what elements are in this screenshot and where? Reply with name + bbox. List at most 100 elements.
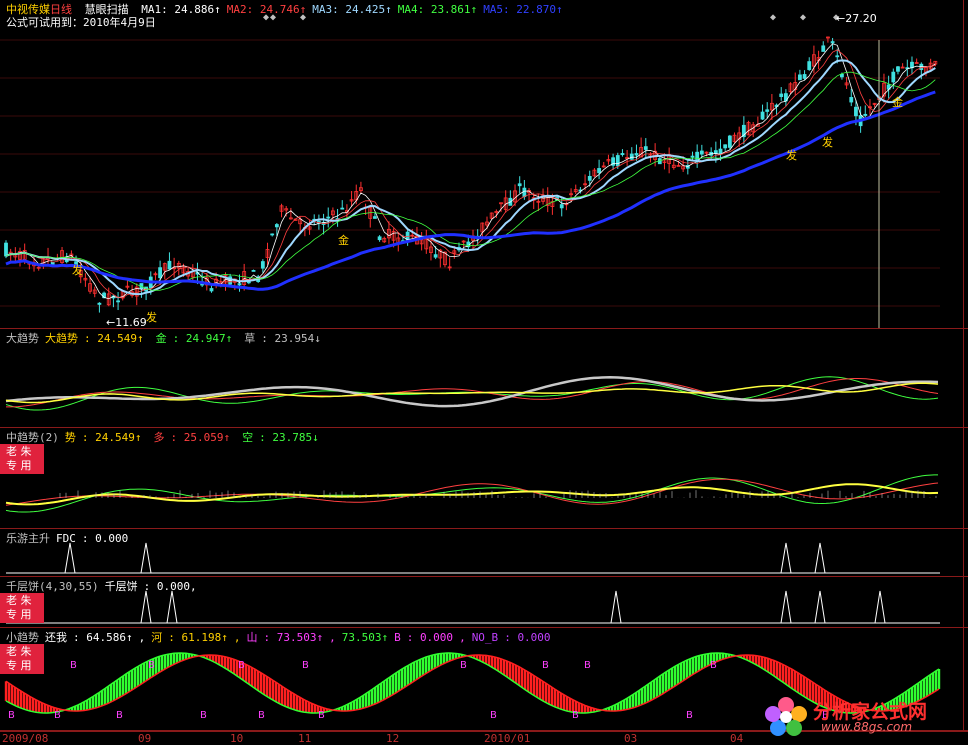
candle-body xyxy=(891,71,896,83)
candle-body xyxy=(634,153,639,156)
candle-body xyxy=(807,61,812,70)
buy-marker: B xyxy=(710,660,717,671)
candle-body xyxy=(209,288,214,292)
candle-body xyxy=(821,45,826,52)
mid-kong: 空: 23.785↓ xyxy=(242,431,319,444)
mid-kong-label: 空 xyxy=(242,431,254,444)
small-header: 小趋势 还我: 64.586↑, 河: 61.198↑, 山: 73.503↑, 73.… xyxy=(6,629,563,645)
mid-shi: 势: 24.549↑ xyxy=(64,431,142,444)
lao-zhu-badge-qcb: 老 朱专 用 xyxy=(0,593,44,623)
buy-marker: B xyxy=(686,710,693,721)
candle-body xyxy=(798,74,802,81)
candle-body xyxy=(863,113,868,116)
spike-mark xyxy=(814,590,826,624)
buy-marker: B xyxy=(54,710,61,721)
qcb-header: 千层饼(4,30,55) 千层饼: 0.000, xyxy=(6,578,209,594)
mid-header: 中趋势(2) 势: 24.549↑ 多: 25.059↑ 空: 23.785↓ xyxy=(6,429,331,445)
candle-body xyxy=(713,150,718,154)
mid-trend-panel[interactable]: 中趋势(2) 势: 24.549↑ 多: 25.059↑ 空: 23.785↓ 老 朱… xyxy=(0,428,968,529)
candle-body xyxy=(854,106,858,117)
flower-logo-icon xyxy=(765,697,807,736)
candle-body xyxy=(4,242,8,257)
small-huanwo-value: 64.586↑ xyxy=(86,631,133,644)
fdc-title: 乐游主升 xyxy=(6,532,50,545)
price-panel[interactable]: ◆ ◆ ◆ ◆ ◆ ◆ 中视传媒日线 慧眼扫描 MA1: 24.886↑ MA2: 24.7… xyxy=(0,0,968,329)
candle-body xyxy=(615,155,620,167)
buy-marker: B xyxy=(258,710,265,721)
fdc-scale-border xyxy=(963,529,964,576)
trend-cao: 草: 23.954↓ xyxy=(244,332,321,345)
buy-marker: B xyxy=(148,660,155,671)
spike-mark xyxy=(610,590,622,624)
ma1-item: MA1: 24.886↑ MA2: 24.746↑ MA3: 24.425↑ MA4:… xyxy=(141,3,568,16)
fdc-header: 乐游主升 FDC: 0.000 xyxy=(6,530,140,546)
badge-char: 朱 xyxy=(20,645,32,658)
low-price-value: 11.69 xyxy=(115,316,147,329)
badge-char: 用 xyxy=(20,659,32,672)
date-tick: 09 xyxy=(138,732,152,745)
fdc-panel[interactable]: 乐游主升 FDC: 0.000 xyxy=(0,529,968,577)
buy-marker: B xyxy=(572,710,579,721)
small-title: 小趋势 xyxy=(6,631,39,644)
trend-name: 大趋势: 24.549↑ xyxy=(45,332,144,345)
qcb-scale-border xyxy=(963,577,964,627)
trend-cao-value: 23.954↓ xyxy=(274,332,321,345)
date-tick: 12 xyxy=(386,732,400,745)
badge-char: 专 xyxy=(6,608,17,621)
date-tick: 2010/01 xyxy=(484,732,531,745)
candle-body xyxy=(643,146,648,150)
spike-mark xyxy=(874,590,886,624)
qcb-panel[interactable]: 千层饼(4,30,55) 千层饼: 0.000, 老 朱专 用 xyxy=(0,577,968,628)
fdc-label: FDC xyxy=(56,532,76,545)
price-scale-border xyxy=(963,0,964,328)
trend-panel[interactable]: 大趋势 大趋势: 24.549↑ 金: 24.947↑ 草: 23.954↓ xyxy=(0,329,968,428)
lao-zhu-badge-mid: 老 朱专 用 xyxy=(0,444,44,474)
spike-mark xyxy=(780,542,792,574)
candle-body xyxy=(97,302,102,305)
candle-body xyxy=(597,168,601,174)
ma3-readout: MA3: 24.425↑ xyxy=(312,3,392,16)
qcb-label: 千层饼 xyxy=(104,580,138,593)
trend-jin-label: 金 xyxy=(155,332,167,345)
buy-marker: B xyxy=(116,710,123,721)
candle-body xyxy=(690,155,695,158)
small-shan-value: 73.503↑ xyxy=(276,631,324,644)
small-he-label: 河 xyxy=(151,631,163,644)
candle-body xyxy=(760,111,765,120)
candle-body xyxy=(849,97,854,103)
low-price-label: ←11.69 xyxy=(106,316,147,329)
trend-jin-value: 24.947↑ xyxy=(185,332,233,345)
lao-zhu-badge-small: 老 朱专 用 xyxy=(0,644,44,674)
arrow-marker: ◆ xyxy=(770,12,776,23)
badge-char: 用 xyxy=(20,459,32,472)
badge-char: 朱 xyxy=(20,445,32,458)
buy-marker: B xyxy=(542,660,549,671)
badge-char: 专 xyxy=(6,459,17,472)
candle-body xyxy=(765,109,770,112)
trend-jin: 金: 24.947↑ xyxy=(155,332,233,345)
candle-body xyxy=(158,267,163,279)
candle-body xyxy=(830,41,835,44)
small-huanwo-label: 还我 xyxy=(45,631,67,644)
ma2-readout: MA2: 24.746↑ xyxy=(226,3,307,16)
small-shan-label: 山 xyxy=(246,631,258,644)
badge-char: 老 xyxy=(6,645,17,658)
signal-fa-3: 发 xyxy=(786,149,797,162)
trend-value: 24.549↑ xyxy=(97,332,144,345)
candle-body xyxy=(723,144,728,149)
small-v4: 73.503↑ xyxy=(341,631,389,644)
badge-char: 用 xyxy=(20,608,32,621)
small-huanwo: 还我: 64.586↑, xyxy=(45,631,146,644)
candle-body xyxy=(835,55,840,58)
date-tick: 2009/08 xyxy=(2,732,49,745)
candle-body xyxy=(699,150,704,155)
candle-body xyxy=(270,233,275,236)
date-tick: 10 xyxy=(230,732,244,745)
price-chart: ◆ ◆ ◆ ◆ ◆ ◆ xyxy=(0,12,940,328)
buy-marker: B xyxy=(460,660,467,671)
candle-body xyxy=(116,300,120,303)
buy-marker: B xyxy=(8,710,15,721)
candle-body xyxy=(274,224,279,228)
spike-mark xyxy=(780,590,792,624)
ma4-readout: MA4: 23.861↑ xyxy=(397,3,478,16)
